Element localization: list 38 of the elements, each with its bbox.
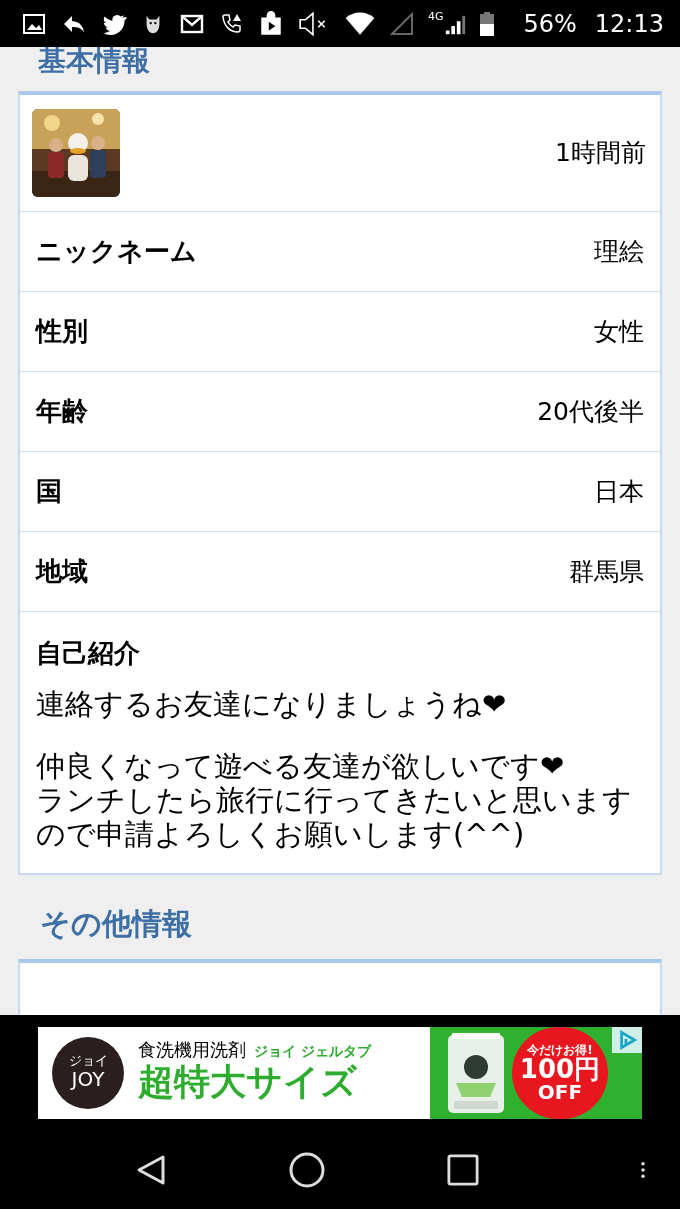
section-heading: その他情報: [39, 909, 193, 939]
field-value: 20代後半: [537, 395, 644, 428]
section-heading: 基本情報: [37, 47, 151, 75]
last-active-time: 1時間前: [555, 137, 647, 170]
logo-kana: ジョイ: [68, 1053, 108, 1067]
intro-text: 連絡するお友達になりましょうね❤: [36, 687, 508, 721]
signal-empty-icon: [390, 11, 414, 36]
battery-icon: [479, 10, 494, 37]
intro-text: 仲良くなって遊べる友達が欲しいです❤ ランチしたら旅行に行ってきたいと思いますので申請よろしくお願いします(^^): [36, 749, 633, 851]
field-label: 地域: [36, 555, 88, 588]
phone-icon: [220, 11, 244, 36]
battery-percent: 56%: [523, 8, 577, 40]
field-label: 国: [36, 475, 62, 508]
wifi-icon: [344, 11, 376, 36]
logo-text: JOY: [71, 1066, 105, 1092]
recent-apps-icon[interactable]: [447, 1153, 479, 1186]
field-value: 群馬県: [569, 555, 644, 588]
image-icon: [22, 11, 46, 36]
play-store-icon: [258, 10, 284, 37]
field-value: 日本: [594, 475, 644, 508]
ad-banner[interactable]: ジョイ JOY 食洗機用洗剤 ジョイ ジェルタブ 超特大サイズ 今だけお得! 100円 OFF: [38, 1026, 642, 1119]
clock: 12:13: [594, 8, 664, 40]
field-label: 自己紹介: [36, 637, 141, 670]
field-value: 理絵: [594, 235, 644, 268]
more-icon[interactable]: [640, 1160, 646, 1179]
promo-text: 今だけお得!: [527, 1043, 593, 1056]
home-icon[interactable]: [288, 1150, 326, 1189]
network-type: 4G: [428, 10, 444, 22]
ad-product-name: ジョイ ジェルタブ: [254, 1044, 371, 1058]
ad-choices-icon[interactable]: [612, 1026, 642, 1053]
ad-headline: 超特大サイズ: [138, 1060, 358, 1104]
field-value: 女性: [594, 315, 644, 348]
discount-off: OFF: [537, 1081, 583, 1102]
field-label: 年齢: [36, 395, 88, 428]
field-label: 性別: [36, 315, 88, 348]
ad-category: 食洗機用洗剤: [138, 1041, 246, 1059]
field-label: ニックネーム: [36, 235, 197, 268]
discount-amount: 100円: [519, 1055, 601, 1082]
